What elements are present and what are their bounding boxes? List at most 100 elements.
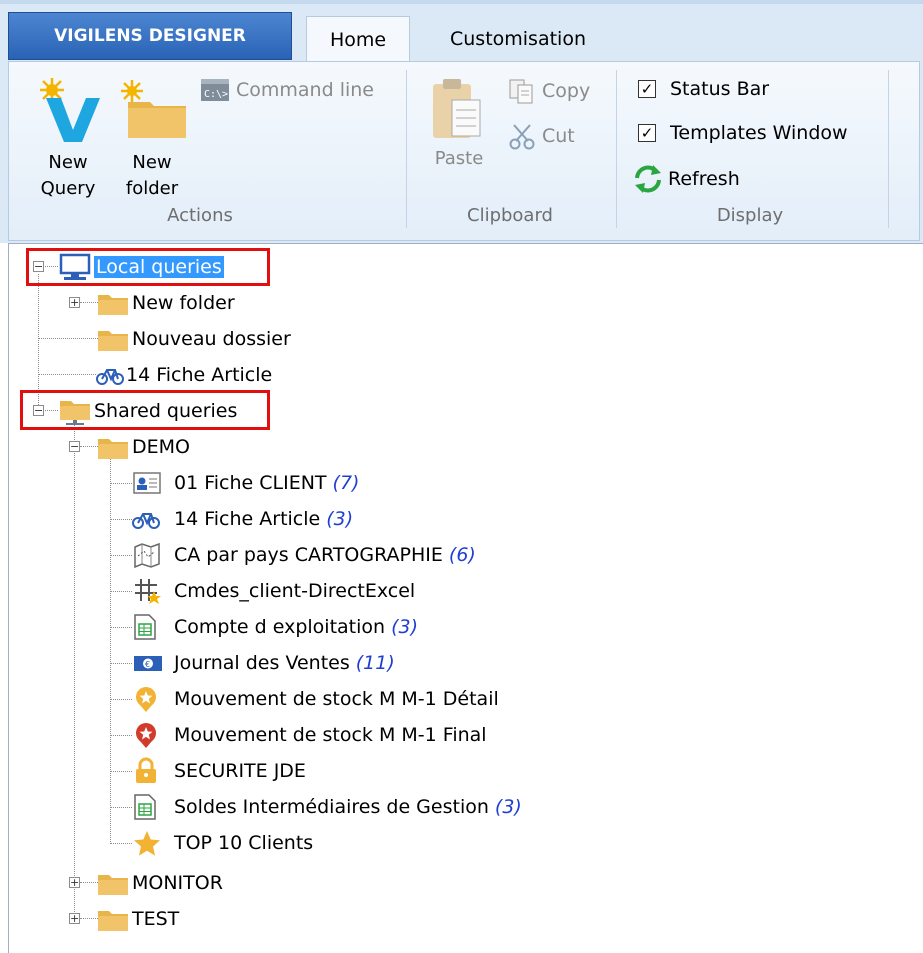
spreadsheet-icon — [132, 792, 172, 822]
tree-node-label: 14 Fiche Article — [174, 508, 321, 530]
tree-node-folder[interactable]: Nouveau dossier — [96, 324, 291, 354]
tree-node-folder-monitor[interactable]: MONITOR — [96, 868, 223, 898]
spreadsheet-icon — [132, 612, 172, 642]
cut-label: Cut — [542, 125, 575, 147]
tree-connector — [110, 807, 132, 808]
new-folder-icon — [121, 80, 186, 138]
grid-star-icon — [132, 576, 172, 606]
tree-connector — [74, 412, 75, 918]
folder-icon — [96, 288, 130, 318]
tree-connector — [110, 483, 132, 484]
new-folder-label-1: New — [132, 152, 172, 173]
star-icon — [132, 828, 172, 858]
command-line-button[interactable]: C:\> Command line — [200, 78, 374, 102]
command-line-icon: C:\> — [201, 79, 229, 101]
usage-count: (3) — [494, 796, 522, 818]
paste-button[interactable]: Paste — [424, 72, 494, 202]
usage-count: (7) — [332, 472, 360, 494]
folder-icon — [96, 324, 130, 354]
expand-toggle[interactable]: + — [69, 913, 80, 924]
tree-node-label: Cmdes_client-DirectExcel — [174, 580, 416, 602]
tree-node-label: 14 Fiche Article — [126, 364, 273, 386]
tree-node-query[interactable]: SECURITE JDE — [132, 756, 306, 786]
tree-connector — [110, 771, 132, 772]
group-separator — [616, 70, 617, 228]
tree-node-query[interactable]: CA par pays CARTOGRAPHIE (6) — [132, 540, 476, 570]
copy-button[interactable]: Copy — [508, 78, 590, 104]
tree-node-query[interactable]: 14 Fiche Article (3) — [132, 504, 353, 534]
tree-node-label: Soldes Intermédiaires de Gestion — [174, 796, 489, 818]
scissors-icon — [509, 124, 535, 150]
tree-node-query[interactable]: TOP 10 Clients — [132, 828, 313, 858]
tree-node-label: TEST — [132, 908, 180, 930]
tree-node-folder-demo[interactable]: DEMO — [96, 432, 190, 462]
tree-node-label: Mouvement de stock M M-1 Détail — [174, 688, 499, 710]
svg-text:€: € — [145, 660, 150, 669]
tree-connector — [110, 843, 132, 844]
command-line-label: Command line — [236, 79, 374, 101]
tree-node-folder-test[interactable]: TEST — [96, 904, 179, 934]
lock-icon — [132, 756, 172, 786]
tab-home[interactable]: Home — [306, 16, 410, 62]
bicycle-icon — [132, 504, 172, 534]
tree-node-query[interactable]: Soldes Intermédiaires de Gestion (3) — [132, 792, 522, 822]
tree-node-query[interactable]: 01 Fiche CLIENT (7) — [132, 468, 359, 498]
folder-icon — [96, 904, 130, 934]
status-bar-checkbox[interactable]: ✓ Status Bar — [638, 78, 769, 100]
tree-node-label: SECURITE JDE — [174, 760, 306, 782]
ribbon: VIGILENS DESIGNER Home Customisation New… — [0, 0, 923, 243]
tree-node-query[interactable]: Mouvement de stock M M-1 Détail — [132, 684, 499, 714]
tree-connector — [110, 519, 132, 520]
checkbox-check-icon: ✓ — [638, 80, 656, 98]
tree-node-query[interactable]: Compte d exploitation (3) — [132, 612, 418, 642]
refresh-icon — [635, 165, 661, 193]
svg-text:C:\>: C:\> — [204, 89, 228, 100]
tree-connector — [110, 448, 111, 844]
tree-node-query[interactable]: 14 Fiche Article — [96, 360, 272, 390]
templates-window-label: Templates Window — [670, 122, 848, 144]
red-badge-icon — [132, 720, 172, 750]
tab-customisation[interactable]: Customisation — [418, 16, 618, 62]
collapse-toggle[interactable]: − — [69, 441, 80, 452]
highlight-box — [26, 248, 270, 286]
tree-node-label: DEMO — [132, 436, 190, 458]
tree-connector — [38, 338, 98, 339]
tree-node-label: New folder — [132, 292, 235, 314]
tree-node-label: Compte d exploitation — [174, 616, 386, 638]
tree-connector — [110, 555, 132, 556]
tree-node-label: Nouveau dossier — [132, 328, 291, 350]
tree-node-label: TOP 10 Clients — [174, 832, 314, 854]
tree-node-query[interactable]: Cmdes_client-DirectExcel — [132, 576, 415, 606]
new-query-label-2: Query — [40, 178, 96, 199]
tree-node-label: Journal des Ventes — [174, 652, 350, 674]
banknote-icon: € — [132, 648, 172, 678]
refresh-button[interactable]: Refresh — [632, 164, 740, 194]
contact-card-icon — [132, 468, 172, 498]
checkbox-check-icon: ✓ — [638, 124, 656, 142]
templates-window-checkbox[interactable]: ✓ Templates Window — [638, 122, 848, 144]
tree-node-query[interactable]: € Journal des Ventes (11) — [132, 648, 395, 678]
expand-toggle[interactable]: + — [69, 877, 80, 888]
usage-count: (3) — [326, 508, 354, 530]
tree-node-folder[interactable]: New folder — [96, 288, 235, 318]
tree-connector — [38, 374, 96, 375]
bicycle-icon — [96, 360, 124, 390]
cut-button[interactable]: Cut — [508, 122, 575, 150]
group-label-actions: Actions — [167, 205, 233, 226]
new-folder-label-2: folder — [125, 178, 179, 199]
folder-icon — [96, 432, 130, 462]
new-query-label-1: New — [48, 152, 88, 173]
tree-connector — [110, 699, 132, 700]
tree-connector — [110, 663, 132, 664]
group-label-display: Display — [716, 205, 784, 226]
paste-icon — [433, 79, 481, 138]
app-menu-button[interactable]: VIGILENS DESIGNER — [8, 12, 292, 60]
new-query-button[interactable]: New Query — [30, 72, 106, 202]
tree-node-query[interactable]: Mouvement de stock M M-1 Final — [132, 720, 487, 750]
tree-connector — [110, 627, 132, 628]
gold-badge-icon — [132, 684, 172, 714]
folder-icon — [96, 868, 130, 898]
tree-node-label: Mouvement de stock M M-1 Final — [174, 724, 487, 746]
expand-toggle[interactable]: + — [69, 297, 80, 308]
new-folder-button[interactable]: New folder — [112, 72, 192, 202]
